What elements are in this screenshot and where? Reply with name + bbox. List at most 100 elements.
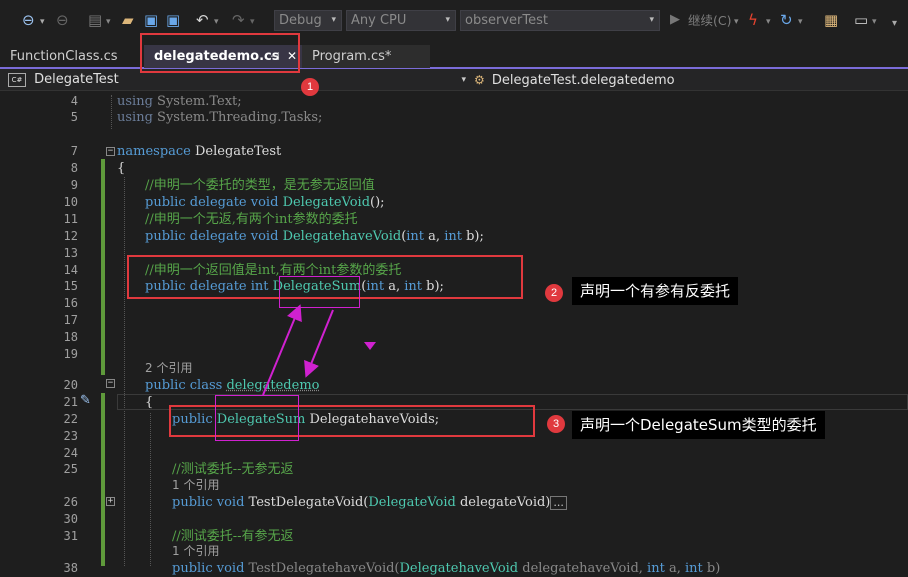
code-token: System.Threading.Tasks; — [157, 110, 323, 125]
tab-program[interactable]: Program.cs* — [302, 45, 430, 68]
line-number: 38 — [63, 561, 78, 575]
platform-value: Any CPU — [351, 13, 407, 28]
code-line-partial: public void TestDelegatehaveVoid(Delegat… — [172, 561, 721, 576]
dropdown-arrow-icon[interactable]: ▾ — [214, 12, 219, 32]
config-value: Debug — [279, 13, 322, 28]
back-icon[interactable]: ⊖ — [22, 10, 35, 30]
code-line: { — [145, 395, 154, 410]
code-comment: //测试委托--无参无返 — [172, 462, 294, 477]
annotation-callout-2: 声明一个有参有反委托 — [572, 277, 739, 305]
line-number: 11 — [63, 212, 78, 226]
line-number: 9 — [70, 178, 78, 192]
save-all-icon[interactable]: ▣ — [166, 10, 180, 30]
class-icon: ⚙ — [474, 73, 485, 87]
line-number: 23 — [63, 429, 78, 443]
annotation-badge-2: 2 — [545, 284, 563, 302]
startup-project-select[interactable]: observerTest ▾ — [460, 10, 660, 31]
line-number: 5 — [70, 110, 78, 124]
code-line: { — [117, 161, 126, 176]
redo-icon[interactable]: ↷ — [232, 10, 245, 30]
indent-guide — [150, 413, 151, 566]
quick-action-icon[interactable]: ✎ — [80, 393, 91, 408]
dropdown-arrow-icon[interactable]: ▾ — [106, 12, 111, 32]
layout-icon[interactable]: ▭ — [854, 10, 868, 30]
collapse-toggle[interactable]: − — [106, 147, 115, 156]
project-select[interactable]: C# DelegateTest ▾ — [8, 71, 468, 89]
line-number: 30 — [63, 512, 78, 526]
navigation-bar: C# DelegateTest ▾ ⚙ DelegateTest.delegat… — [0, 69, 908, 91]
line-number: 16 — [63, 296, 78, 310]
line-number: 20 — [63, 378, 78, 392]
line-number: 15 — [63, 279, 78, 293]
undo-icon[interactable]: ↶ — [196, 10, 209, 30]
chevron-down-icon: ▾ — [331, 15, 336, 25]
expand-toggle[interactable]: + — [106, 497, 115, 506]
hot-reload-icon[interactable]: ϟ — [748, 10, 758, 30]
annotation-callout-3: 声明一个DelegateSum类型的委托 — [572, 411, 825, 439]
line-number: 24 — [63, 446, 78, 460]
tab-label: Program.cs* — [312, 49, 392, 64]
chevron-down-icon: ▾ — [461, 75, 466, 85]
chevron-down-icon: ▾ — [445, 15, 450, 25]
code-token: using — [117, 110, 153, 125]
code-line: using System.Text; — [117, 93, 242, 110]
line-number: 31 — [63, 529, 78, 543]
solution-explorer-icon[interactable]: ▦ — [824, 10, 838, 30]
tab-label: FunctionClass.cs — [10, 49, 118, 64]
dropdown-arrow-icon[interactable]: ▾ — [40, 12, 45, 32]
tab-functionclass[interactable]: FunctionClass.cs — [0, 45, 138, 68]
code-line: public void TestDelegateVoid(DelegateVoi… — [172, 494, 567, 511]
indent-guide — [124, 177, 125, 566]
dropdown-arrow-icon[interactable]: ▾ — [798, 12, 803, 32]
collapse-toggle[interactable]: − — [106, 379, 115, 388]
highlight-delegatesum-decl — [279, 276, 360, 308]
config-select[interactable]: Debug ▾ — [274, 10, 342, 31]
line-number: 19 — [63, 347, 78, 361]
code-line: using System.Threading.Tasks; — [117, 109, 322, 126]
indent-guide — [111, 95, 112, 129]
line-number: 7 — [70, 144, 78, 158]
codelens-references[interactable]: 2 个引用 — [145, 360, 192, 377]
new-project-icon[interactable]: ▤ — [88, 10, 102, 30]
startup-project-value: observerTest — [465, 13, 548, 28]
continue-label[interactable]: 继续(C) — [688, 11, 731, 31]
line-number: 4 — [70, 94, 78, 108]
code-line: public delegate void DelegateVoid(); — [145, 195, 385, 210]
line-number: 17 — [63, 313, 78, 327]
dropdown-arrow-icon[interactable]: ▾ — [250, 12, 255, 32]
line-number: 21 — [63, 395, 78, 409]
line-number: 25 — [63, 462, 78, 476]
line-number: 8 — [70, 161, 78, 175]
platform-select[interactable]: Any CPU ▾ — [346, 10, 456, 31]
start-icon[interactable]: ▶ — [670, 10, 680, 30]
codelens-references[interactable]: 1 个引用 — [172, 477, 219, 494]
line-number: 26 — [63, 495, 78, 509]
member-select[interactable]: ⚙ DelegateTest.delegatedemo — [474, 71, 904, 89]
code-token: using — [117, 94, 153, 109]
chevron-down-icon: ▾ — [649, 15, 654, 25]
overflow-icon[interactable]: ▾ — [892, 14, 897, 34]
line-number: 22 — [63, 412, 78, 426]
code-token: namespace — [117, 144, 191, 159]
annotation-badge-3: 3 — [547, 415, 565, 433]
code-line: namespace DelegateTest — [117, 144, 282, 159]
code-line: public class delegatedemo — [145, 378, 320, 393]
line-number: 12 — [63, 229, 78, 243]
collapsed-region[interactable]: ... — [550, 495, 567, 510]
restart-icon[interactable]: ↻ — [780, 10, 793, 30]
project-value: DelegateTest — [34, 72, 119, 87]
code-editor[interactable]: − − + 4 5 7 8 9 10 11 12 13 14 15 16 17 … — [0, 91, 908, 576]
code-comment: //申明一个无返,有两个int参数的委托 — [145, 212, 358, 227]
code-line: public delegate void DelegatehaveVoid(in… — [145, 229, 484, 244]
dropdown-arrow-icon[interactable]: ▾ — [766, 12, 771, 32]
dropdown-arrow-icon[interactable]: ▾ — [872, 12, 877, 32]
line-number: 13 — [63, 246, 78, 260]
document-tabs: FunctionClass.cs delegatedemo.cs ⊣ ✕ Pro… — [0, 42, 908, 69]
member-value: DelegateTest.delegatedemo — [491, 73, 675, 88]
forward-icon[interactable]: ⊖ — [56, 10, 69, 30]
open-icon[interactable]: ▰ — [122, 10, 134, 30]
codelens-references[interactable]: 1 个引用 — [172, 543, 219, 560]
code-comment: //申明一个委托的类型，是无参无返回值 — [145, 178, 375, 193]
dropdown-arrow-icon[interactable]: ▾ — [734, 12, 739, 32]
save-icon[interactable]: ▣ — [144, 10, 158, 30]
